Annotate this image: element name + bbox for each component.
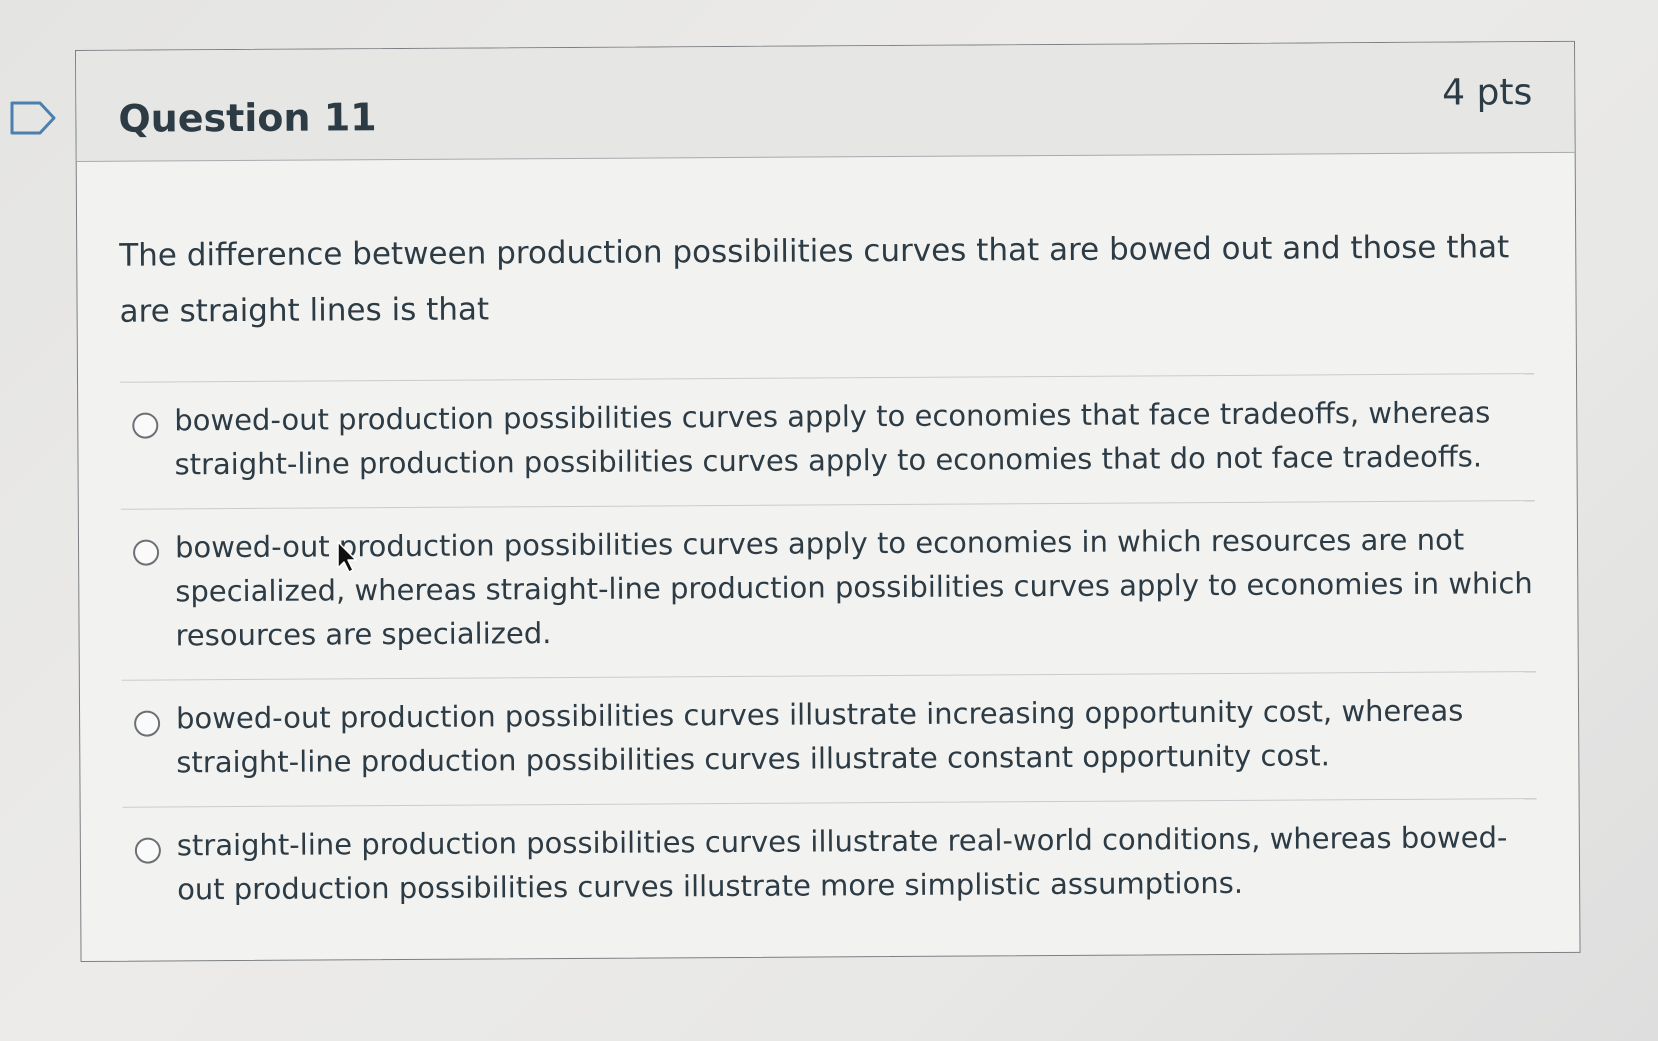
answer-label[interactable]: bowed-out production possibilities curve… [176, 688, 1537, 784]
question-card: Question 11 4 pts The difference between… [75, 40, 1581, 962]
answer-option[interactable]: bowed-out production possibilities curve… [121, 672, 1537, 808]
question-body: The difference between production possib… [77, 153, 1580, 934]
radio-button[interactable] [134, 710, 161, 737]
answer-label[interactable]: straight-line production possibilities c… [177, 815, 1538, 911]
flag-question-icon[interactable] [10, 101, 56, 135]
answer-option[interactable]: straight-line production possibilities c… [123, 799, 1538, 934]
radio-button[interactable] [132, 412, 159, 439]
question-text: The difference between production possib… [119, 219, 1535, 383]
question-title: Question 11 [118, 95, 377, 141]
answer-option[interactable]: bowed-out production possibilities curve… [120, 501, 1536, 681]
mouse-pointer-icon [337, 541, 357, 573]
radio-button[interactable] [134, 837, 161, 864]
answer-list: bowed-out production possibilities curve… [120, 374, 1537, 934]
question-header: Question 11 4 pts [76, 41, 1575, 162]
answer-option[interactable]: bowed-out production possibilities curve… [120, 374, 1535, 510]
answer-label[interactable]: bowed-out production possibilities curve… [175, 517, 1536, 657]
question-points: 4 pts [1442, 72, 1533, 114]
answer-label[interactable]: bowed-out production possibilities curve… [174, 390, 1535, 486]
radio-button[interactable] [132, 539, 160, 566]
